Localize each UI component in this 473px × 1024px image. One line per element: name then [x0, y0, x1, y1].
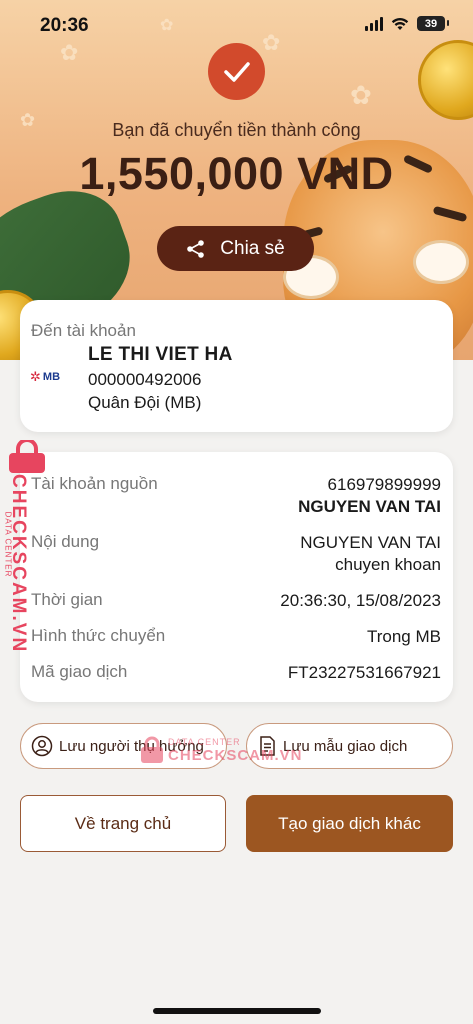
share-button[interactable]: Chia sẻ	[157, 226, 314, 271]
recipient-account: 000000492006	[88, 370, 202, 389]
method-row: Hình thức chuyển Trong MB	[31, 626, 441, 648]
signal-icon	[365, 16, 383, 31]
method-label: Hình thức chuyển	[31, 626, 166, 645]
content-line-2: chuyen khoan	[335, 555, 441, 574]
content-row: Nội dung NGUYEN VAN TAI chuyen khoan	[31, 532, 441, 576]
watermark-brand: CHECKSCAM.VN	[8, 474, 29, 654]
success-check-badge	[208, 43, 265, 100]
transaction-id-value: FT23227531667921	[287, 663, 441, 682]
watermark-center-brand: CHECKSCAM.VN	[168, 746, 303, 764]
content-line-1: NGUYEN VAN TAI	[300, 533, 441, 552]
user-circle-icon	[31, 735, 53, 757]
watermark-center-sub: DATA CENTER	[168, 736, 241, 747]
time-value: 20:36:30, 15/08/2023	[280, 591, 441, 610]
destination-card: Đến tài khoản ✲ MB LE THI VIET HA 0000004…	[20, 300, 453, 432]
blossom-icon: ✿	[350, 80, 372, 110]
lock-icon	[9, 440, 45, 473]
home-button[interactable]: Về trang chủ	[20, 795, 226, 852]
mb-bank-logo: ✲ MB	[30, 369, 61, 384]
transaction-details-card: Tài khoản nguồn 616979899999 NGUYEN VAN …	[20, 452, 453, 702]
wifi-icon	[391, 17, 409, 30]
transaction-id-row: Mã giao dịch FT23227531667921	[31, 662, 441, 684]
method-value: Trong MB	[366, 627, 441, 646]
success-message: Bạn đã chuyển tiền thành công	[112, 120, 361, 140]
source-account-name: NGUYEN VAN TAI	[298, 497, 441, 516]
new-transaction-button[interactable]: Tạo giao dịch khác	[246, 795, 453, 852]
checkmark-icon	[223, 61, 250, 82]
status-bar: 20:36 39	[0, 0, 473, 50]
watermark-center: DATA CENTER CHECKSCAM.VN	[140, 736, 303, 764]
transfer-amount: 1,550,000 VND	[79, 148, 394, 199]
share-label: Chia sẻ	[220, 237, 285, 259]
home-indicator	[153, 1008, 321, 1014]
source-account-label: Tài khoản nguồn	[31, 474, 158, 493]
recipient-bank: Quân Đội (MB)	[88, 393, 202, 412]
battery-icon: 39	[417, 16, 449, 31]
status-time: 20:36	[40, 15, 89, 36]
share-icon	[187, 239, 205, 258]
lock-icon	[141, 736, 163, 763]
time-row: Thời gian 20:36:30, 15/08/2023	[31, 590, 441, 612]
transaction-id-label: Mã giao dịch	[31, 662, 128, 681]
destination-label: Đến tài khoản	[31, 321, 136, 340]
recipient-name: LE THI VIET HA	[88, 344, 233, 365]
gold-coin-decoration	[418, 40, 473, 120]
watermark-left: DATA CENTER CHECKSCAM.VN	[0, 440, 45, 653]
source-account-row: Tài khoản nguồn 616979899999 NGUYEN VAN …	[31, 474, 441, 518]
source-account-number: 616979899999	[327, 475, 441, 494]
